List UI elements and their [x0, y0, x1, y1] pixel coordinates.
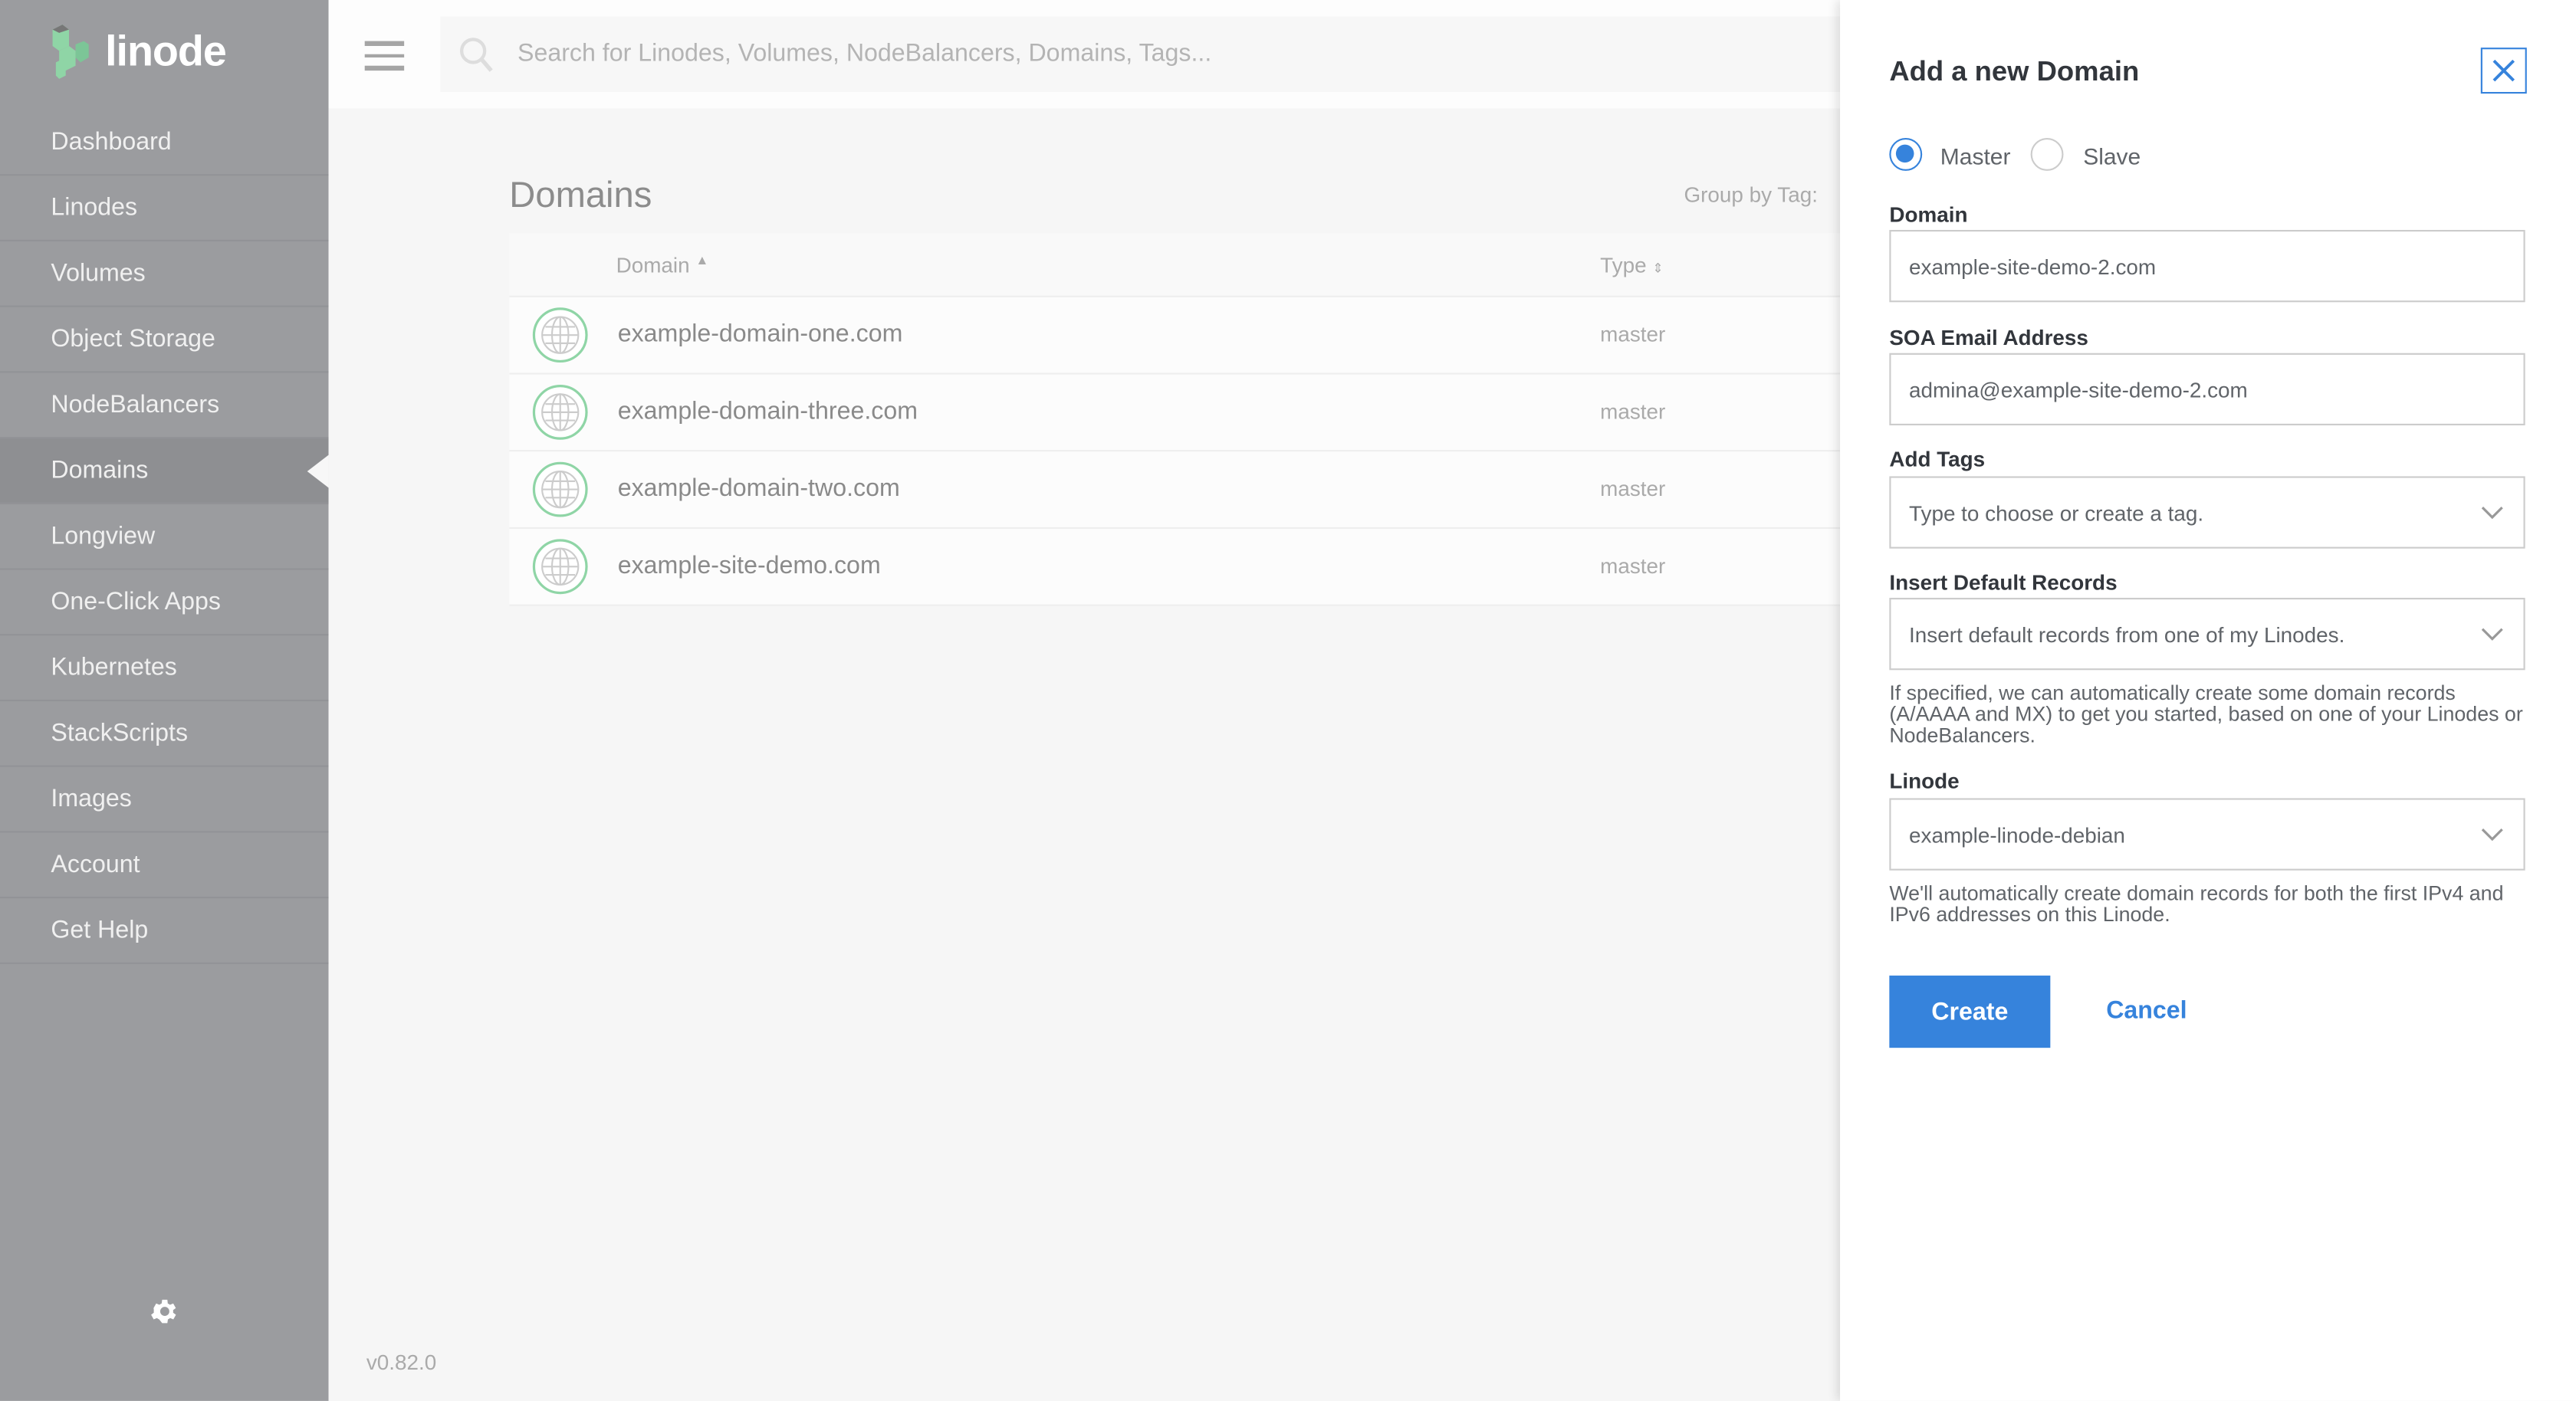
radio-master[interactable] — [1889, 138, 1923, 171]
sidebar-item-label: StackScripts — [51, 719, 189, 748]
sidebar: linode Dashboard Linodes Volumes Object Sto… — [0, 0, 329, 1401]
drawer-title: Add a new Domain — [1889, 55, 2140, 87]
sidebar-item-dashboard[interactable]: Dashboard — [0, 110, 329, 176]
chevron-down-icon — [2481, 628, 2503, 641]
sidebar-item-label: One-Click Apps — [51, 588, 221, 616]
sidebar-item-nodebalancers[interactable]: NodeBalancers — [0, 372, 329, 439]
sidebar-item-one-click-apps[interactable]: One-Click Apps — [0, 570, 329, 636]
menu-icon[interactable] — [364, 41, 405, 78]
logo-text: linode — [105, 25, 227, 75]
sidebar-item-label: Images — [51, 785, 132, 813]
globe-icon — [532, 461, 588, 517]
table-row[interactable]: example-site-demo.com master — [509, 529, 1841, 606]
add-domain-drawer: Add a new Domain Master Slave Domain exa… — [1840, 0, 2576, 1401]
soa-email-label: SOA Email Address — [1889, 325, 2088, 350]
version-label: v0.82.0 — [366, 1350, 437, 1375]
globe-icon — [532, 307, 588, 363]
domain-label: Domain — [1889, 202, 1968, 227]
sidebar-item-label: Linodes — [51, 193, 138, 222]
linode-logo[interactable]: linode — [46, 23, 227, 79]
sidebar-item-label: Dashboard — [51, 128, 172, 156]
column-type[interactable]: Type ⇕ — [1600, 253, 1664, 277]
domain-link[interactable]: example-domain-two.com — [618, 474, 900, 502]
sidebar-item-images[interactable]: Images — [0, 767, 329, 833]
domain-type: master — [1600, 399, 1666, 424]
sidebar-item-longview[interactable]: Longview — [0, 504, 329, 570]
sidebar-item-label: Get Help — [51, 916, 149, 945]
sidebar-item-label: Longview — [51, 522, 156, 550]
linode-help: We'll automatically create domain record… — [1889, 881, 2504, 927]
sidebar-item-account[interactable]: Account — [0, 832, 329, 899]
soa-email-input[interactable]: admina@example-site-demo-2.com — [1889, 353, 2525, 426]
radio-slave-label: Slave — [2083, 143, 2141, 169]
insert-records-label: Insert Default Records — [1889, 569, 2118, 595]
sort-asc-icon: ▲ — [695, 253, 709, 268]
globe-icon — [532, 539, 588, 595]
top-bar: Search for Linodes, Volumes, NodeBalance… — [328, 0, 1841, 109]
close-button[interactable] — [2480, 48, 2527, 94]
chevron-down-icon — [2481, 507, 2503, 520]
gear-icon[interactable] — [148, 1296, 179, 1327]
domain-input[interactable]: example-site-demo-2.com — [1889, 230, 2525, 303]
insert-records-help: If specified, we can automatically creat… — [1889, 681, 2523, 748]
sidebar-item-volumes[interactable]: Volumes — [0, 241, 329, 307]
sidebar-item-label: NodeBalancers — [51, 391, 220, 419]
table-row[interactable]: example-domain-one.com master — [509, 297, 1841, 375]
table-row[interactable]: example-domain-two.com master — [509, 451, 1841, 530]
cancel-button[interactable]: Cancel — [2106, 997, 2187, 1025]
sidebar-item-label: Account — [51, 851, 140, 879]
active-indicator — [307, 454, 329, 488]
sidebar-item-get-help[interactable]: Get Help — [0, 898, 329, 964]
sidebar-item-object-storage[interactable]: Object Storage — [0, 307, 329, 373]
sort-icon: ⇕ — [1652, 261, 1664, 277]
sidebar-item-linodes[interactable]: Linodes — [0, 176, 329, 242]
linode-label: Linode — [1889, 768, 1960, 794]
domain-link[interactable]: example-site-demo.com — [618, 552, 881, 579]
add-tags-label: Add Tags — [1889, 446, 1986, 472]
linode-cube-icon — [52, 25, 89, 79]
main-content: Domains Group by Tag: Domain ▲ Type ⇕ ex… — [328, 108, 1841, 1401]
chevron-down-icon — [2481, 828, 2503, 842]
search-placeholder: Search for Linodes, Volumes, NodeBalance… — [518, 39, 1212, 67]
sidebar-item-label: Object Storage — [51, 325, 215, 353]
sidebar-item-kubernetes[interactable]: Kubernetes — [0, 635, 329, 702]
sidebar-item-label: Volumes — [51, 259, 146, 288]
radio-master-label: Master — [1940, 143, 2011, 169]
domain-type: master — [1600, 476, 1666, 501]
page-title: Domains — [509, 174, 652, 215]
sidebar-item-label: Kubernetes — [51, 653, 177, 682]
sidebar-item-stackscripts[interactable]: StackScripts — [0, 701, 329, 767]
globe-icon — [532, 384, 588, 440]
radio-slave[interactable] — [2030, 138, 2064, 171]
group-by-tag-label: Group by Tag: — [1684, 182, 1818, 208]
column-domain[interactable]: Domain ▲ — [616, 253, 709, 277]
linode-select[interactable]: example-linode-debian — [1889, 798, 2525, 871]
domains-table: Domain ▲ Type ⇕ example-domain-one.com ma… — [509, 233, 1841, 606]
sidebar-item-domains[interactable]: Domains — [0, 438, 329, 504]
table-row[interactable]: example-domain-three.com master — [509, 374, 1841, 452]
sidebar-item-label: Domains — [51, 456, 149, 485]
domain-type: master — [1600, 553, 1666, 579]
domain-link[interactable]: example-domain-one.com — [618, 320, 903, 348]
insert-records-select[interactable]: Insert default records from one of my Li… — [1889, 598, 2525, 671]
domain-type: master — [1600, 322, 1666, 347]
domain-link[interactable]: example-domain-three.com — [618, 398, 918, 425]
tags-select[interactable]: Type to choose or create a tag. — [1889, 476, 2525, 549]
search-icon — [460, 38, 493, 72]
table-header: Domain ▲ Type ⇕ — [509, 233, 1841, 297]
create-button[interactable]: Create — [1889, 975, 2051, 1048]
close-icon — [2492, 59, 2515, 82]
search-input[interactable]: Search for Linodes, Volumes, NodeBalance… — [440, 16, 1841, 93]
